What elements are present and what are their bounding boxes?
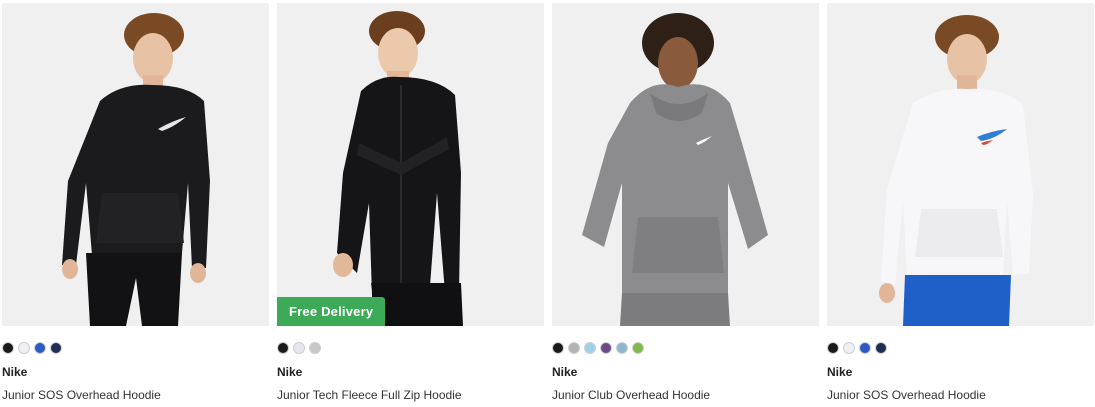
- color-swatch[interactable]: [827, 342, 839, 354]
- product-card[interactable]: Nike Junior SOS Overhead Hoodie: [827, 3, 1094, 402]
- product-name[interactable]: Junior Club Overhead Hoodie: [552, 388, 819, 402]
- product-image[interactable]: [2, 3, 269, 326]
- color-swatches: [277, 342, 544, 356]
- color-swatch[interactable]: [600, 342, 612, 354]
- color-swatch[interactable]: [552, 342, 564, 354]
- color-swatch[interactable]: [584, 342, 596, 354]
- product-card[interactable]: Nike Junior Club Overhead Hoodie: [552, 3, 819, 402]
- color-swatches: [552, 342, 819, 356]
- product-card[interactable]: Nike Junior SOS Overhead Hoodie: [2, 3, 269, 402]
- color-swatch[interactable]: [309, 342, 321, 354]
- boy-grey-hoodie-image: [582, 13, 768, 326]
- product-image[interactable]: Free Delivery: [277, 3, 544, 326]
- color-swatch[interactable]: [34, 342, 46, 354]
- boy-black-hoodie-image: [62, 13, 210, 326]
- color-swatch[interactable]: [859, 342, 871, 354]
- product-brand: Nike: [2, 365, 28, 379]
- color-swatch[interactable]: [50, 342, 62, 354]
- product-brand: Nike: [827, 365, 853, 379]
- product-name[interactable]: Junior SOS Overhead Hoodie: [827, 388, 1094, 402]
- product-card[interactable]: Free Delivery Nike Junior Tech Fleece Fu…: [277, 3, 544, 402]
- product-brand: Nike: [277, 365, 303, 379]
- product-brand: Nike: [552, 365, 578, 379]
- color-swatch[interactable]: [2, 342, 14, 354]
- product-grid: Nike Junior SOS Overhead Hoodie Free Del…: [0, 0, 1095, 407]
- color-swatch[interactable]: [568, 342, 580, 354]
- color-swatch[interactable]: [277, 342, 289, 354]
- product-name[interactable]: Junior SOS Overhead Hoodie: [2, 388, 269, 402]
- color-swatch[interactable]: [843, 342, 855, 354]
- color-swatch[interactable]: [875, 342, 887, 354]
- product-name[interactable]: Junior Tech Fleece Full Zip Hoodie: [277, 388, 544, 402]
- color-swatch[interactable]: [18, 342, 30, 354]
- color-swatch[interactable]: [293, 342, 305, 354]
- product-image[interactable]: [552, 3, 819, 326]
- color-swatches: [2, 342, 269, 356]
- boy-black-zip-hoodie-image: [333, 11, 463, 326]
- boy-white-hoodie-image: [879, 15, 1033, 326]
- free-delivery-badge: Free Delivery: [277, 297, 386, 326]
- color-swatch[interactable]: [632, 342, 644, 354]
- product-image[interactable]: [827, 3, 1094, 326]
- color-swatch[interactable]: [616, 342, 628, 354]
- color-swatches: [827, 342, 1094, 356]
